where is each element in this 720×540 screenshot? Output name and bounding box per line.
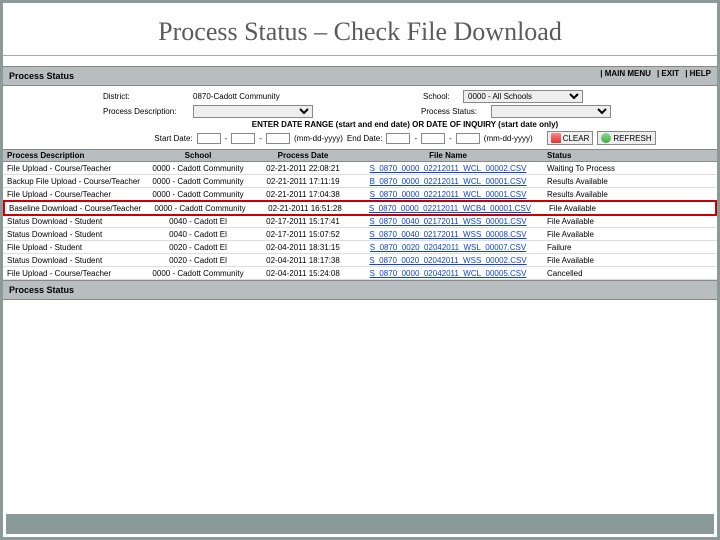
- pdesc-select[interactable]: [193, 105, 313, 118]
- slide-title: Process Status – Check File Download: [3, 3, 717, 49]
- cell-process-description: File Upload - Course/Teacher: [3, 162, 143, 174]
- cell-file-name[interactable]: S_0870_0000_02212011_WCB4_00001.CSV: [355, 202, 545, 214]
- cell-status: Results Available: [543, 175, 663, 187]
- cell-process-date: 02-04-2011 18:31:15: [253, 241, 353, 253]
- exit-link[interactable]: | EXIT: [657, 67, 679, 81]
- end-date-label: End Date:: [347, 134, 383, 143]
- pdesc-label: Process Description:: [103, 107, 193, 116]
- cell-school: 0040 - Cadott El: [143, 228, 253, 240]
- help-link[interactable]: | HELP: [685, 67, 711, 81]
- table-header: Process Description School Process Date …: [3, 149, 717, 162]
- district-value: 0870-Cadott Community: [193, 92, 423, 101]
- cell-school: 0020 - Cadott El: [143, 254, 253, 266]
- refresh-icon: [601, 133, 611, 143]
- panel-heading: Process Status: [9, 71, 74, 81]
- clear-button[interactable]: CLEAR: [547, 131, 594, 145]
- cell-school: 0000 - Cadott Community: [143, 267, 253, 279]
- date-range-note: ENTER DATE RANGE (start and end date) OR…: [103, 120, 707, 129]
- pstatus-label: Process Status:: [421, 107, 491, 116]
- cell-file-name[interactable]: S_0870_0020_02042011_WSS_00002.CSV: [353, 254, 543, 266]
- table-row: File Upload - Course/Teacher0000 - Cadot…: [3, 267, 717, 280]
- cell-school: 0020 - Cadott El: [143, 241, 253, 253]
- start-fmt: (mm-dd-yyyy): [294, 134, 343, 143]
- cell-file-name[interactable]: S_0870_0000_02212011_WCL_00001.CSV: [353, 188, 543, 200]
- pstatus-select[interactable]: [491, 105, 611, 118]
- cell-process-date: 02-21-2011 16:51:28: [255, 202, 355, 214]
- cell-status: Results Available: [543, 188, 663, 200]
- table-row: Status Download - Student0040 - Cadott E…: [3, 215, 717, 228]
- col-file-name[interactable]: File Name: [353, 150, 543, 161]
- cell-process-date: 02-04-2011 15:24:08: [253, 267, 353, 279]
- table-row: File Upload - Student0020 - Cadott El02-…: [3, 241, 717, 254]
- cell-process-description: Baseline Download - Course/Teacher: [5, 202, 145, 214]
- panel-header: Process Status | MAIN MENU | EXIT | HELP: [3, 66, 717, 86]
- cell-process-description: File Upload - Student: [3, 241, 143, 253]
- cell-file-name[interactable]: S_0870_0000_02042011_WCL_00005.CSV: [353, 267, 543, 279]
- col-school[interactable]: School: [143, 150, 253, 161]
- end-dd[interactable]: [421, 133, 445, 144]
- cell-process-description: Backup File Upload - Course/Teacher: [3, 175, 143, 187]
- cell-school: 0000 - Cadott Community: [145, 202, 255, 214]
- col-status[interactable]: Status: [543, 150, 663, 161]
- cell-file-name[interactable]: S_0870_0000_02212011_WCL_00002.CSV: [353, 162, 543, 174]
- cell-process-date: 02-17-2011 15:17:41: [253, 215, 353, 227]
- cell-status: File Available: [543, 215, 663, 227]
- cell-process-date: 02-04-2011 18:17:38: [253, 254, 353, 266]
- cell-process-date: 02-21-2011 17:04:38: [253, 188, 353, 200]
- cell-status: File Available: [545, 202, 665, 214]
- cell-process-description: Status Download - Student: [3, 215, 143, 227]
- end-fmt: (mm-dd-yyyy): [484, 134, 533, 143]
- table-row: File Upload - Course/Teacher0000 - Cadot…: [3, 162, 717, 175]
- cell-process-date: 02-17-2011 15:07:52: [253, 228, 353, 240]
- cell-process-description: File Upload - Course/Teacher: [3, 188, 143, 200]
- cell-status: Cancelled: [543, 267, 663, 279]
- start-yy[interactable]: [266, 133, 290, 144]
- clear-icon: [551, 133, 561, 143]
- col-process-description[interactable]: Process Description: [3, 150, 143, 161]
- cell-status: File Available: [543, 228, 663, 240]
- cell-file-name[interactable]: S_0870_0040_02172011_WSS_00001.CSV: [353, 215, 543, 227]
- cell-school: 0000 - Cadott Community: [143, 188, 253, 200]
- filter-area: District: 0870-Cadott Community School: …: [3, 86, 717, 149]
- footer-header: Process Status: [3, 280, 717, 300]
- table-row: Backup File Upload - Course/Teacher0000 …: [3, 175, 717, 188]
- cell-status: Failure: [543, 241, 663, 253]
- table-row: Baseline Download - Course/Teacher0000 -…: [3, 200, 717, 216]
- end-yy[interactable]: [456, 133, 480, 144]
- cell-file-name[interactable]: S_0870_0040_02172011_WSS_00008.CSV: [353, 228, 543, 240]
- col-process-date[interactable]: Process Date: [253, 150, 353, 161]
- refresh-button[interactable]: REFRESH: [597, 131, 655, 145]
- cell-process-description: Status Download - Student: [3, 228, 143, 240]
- cell-process-date: 02-21-2011 22:08:21: [253, 162, 353, 174]
- start-mm[interactable]: [197, 133, 221, 144]
- cell-process-date: 02-21-2011 17:11:19: [253, 175, 353, 187]
- end-mm[interactable]: [386, 133, 410, 144]
- start-dd[interactable]: [231, 133, 255, 144]
- cell-status: Waiting To Process: [543, 162, 663, 174]
- cell-process-description: Status Download - Student: [3, 254, 143, 266]
- cell-school: 0040 - Cadott El: [143, 215, 253, 227]
- cell-school: 0000 - Cadott Community: [143, 162, 253, 174]
- slide-footer-bar: [6, 514, 714, 534]
- cell-status: File Available: [543, 254, 663, 266]
- table-body: File Upload - Course/Teacher0000 - Cadot…: [3, 162, 717, 280]
- table-row: Status Download - Student0020 - Cadott E…: [3, 254, 717, 267]
- cell-school: 0000 - Cadott Community: [143, 175, 253, 187]
- main-menu-link[interactable]: | MAIN MENU: [600, 67, 651, 81]
- cell-process-description: File Upload - Course/Teacher: [3, 267, 143, 279]
- table-row: Status Download - Student0040 - Cadott E…: [3, 228, 717, 241]
- district-label: District:: [103, 92, 193, 101]
- table-row: File Upload - Course/Teacher0000 - Cadot…: [3, 188, 717, 201]
- cell-file-name[interactable]: B_0870_0000_02212011_WCL_00001.CSV: [353, 175, 543, 187]
- school-select[interactable]: 0000 - All Schools: [463, 90, 583, 103]
- school-label: School:: [423, 92, 463, 101]
- cell-file-name[interactable]: S_0870_0020_02042011_WSL_00007.CSV: [353, 241, 543, 253]
- start-date-label: Start Date:: [154, 134, 192, 143]
